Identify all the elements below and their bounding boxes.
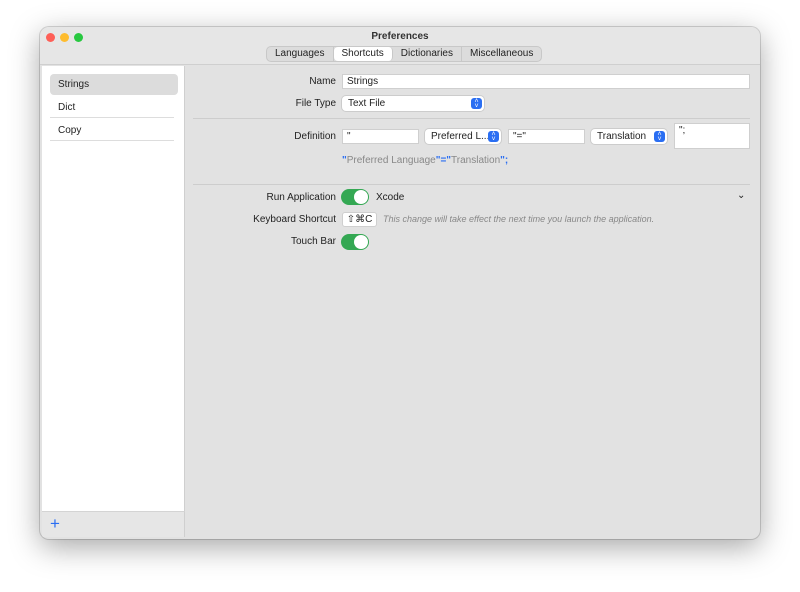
keyboard-shortcut-label: Keyboard Shortcut xyxy=(253,214,336,225)
name-field[interactable]: Strings xyxy=(342,74,750,89)
translation-value: Translation xyxy=(597,131,647,142)
file-type-value: Text File xyxy=(348,98,386,109)
title-bar: Preferences Languages Shortcuts Dictiona… xyxy=(40,27,760,65)
stepper-icon: ˄ ˅ xyxy=(471,98,482,110)
add-button[interactable]: + xyxy=(50,514,60,534)
definition-preview: "Preferred Language"="Translation"; xyxy=(342,155,508,166)
divider xyxy=(193,184,750,185)
language-value: Preferred L... xyxy=(431,131,490,142)
sidebar-item-copy[interactable]: Copy xyxy=(50,120,174,141)
definition-prefix-field[interactable]: " xyxy=(342,129,419,144)
file-type-label: File Type xyxy=(295,98,336,109)
definition-suffix-field[interactable]: "; xyxy=(674,123,750,149)
chevron-down-icon[interactable]: ⌄ xyxy=(737,190,745,201)
sidebar-item-dict[interactable]: Dict xyxy=(50,97,174,118)
window-title: Preferences xyxy=(371,31,429,42)
touch-bar-label: Touch Bar xyxy=(290,236,336,247)
keyboard-shortcut-field[interactable]: ⇧⌘C xyxy=(342,212,377,227)
definition-label: Definition xyxy=(294,131,336,142)
run-application-toggle[interactable] xyxy=(341,189,369,205)
definition-language-popup[interactable]: Preferred L... ˄ ˅ xyxy=(425,129,501,144)
tab-bar: Languages Shortcuts Dictionaries Miscell… xyxy=(266,46,543,62)
tab-languages[interactable]: Languages xyxy=(267,47,334,61)
divider xyxy=(193,118,750,119)
preview-end: "; xyxy=(500,155,509,166)
tab-miscellaneous[interactable]: Miscellaneous xyxy=(462,47,541,61)
sidebar: Strings Dict Copy xyxy=(42,66,185,537)
tab-dictionaries[interactable]: Dictionaries xyxy=(393,47,462,61)
definition-separator-field[interactable]: "=" xyxy=(508,129,585,144)
preview-translation: Translation xyxy=(451,155,501,166)
shortcut-note: This change will take effect the next ti… xyxy=(383,214,655,224)
run-application-value[interactable]: Xcode xyxy=(376,192,404,203)
stepper-icon: ˄ ˅ xyxy=(654,131,665,143)
run-application-label: Run Application xyxy=(266,192,337,203)
preview-language: Preferred Language xyxy=(346,155,436,166)
sidebar-footer: + xyxy=(42,511,185,537)
sidebar-item-strings[interactable]: Strings xyxy=(50,74,178,95)
tab-shortcuts[interactable]: Shortcuts xyxy=(333,47,393,61)
preview-separator: "=" xyxy=(435,155,452,166)
preferences-window: Preferences Languages Shortcuts Dictiona… xyxy=(40,27,760,539)
name-label: Name xyxy=(309,76,336,87)
definition-translation-popup[interactable]: Translation ˄ ˅ xyxy=(591,129,667,144)
touch-bar-toggle[interactable] xyxy=(341,234,369,250)
file-type-popup[interactable]: Text File ˄ ˅ xyxy=(342,96,484,111)
stepper-icon: ˄ ˅ xyxy=(488,131,499,143)
